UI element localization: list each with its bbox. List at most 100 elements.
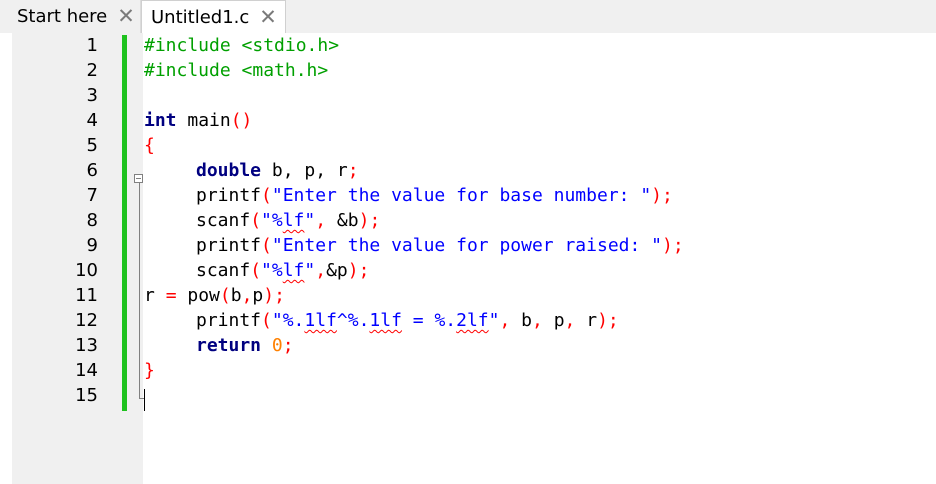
identifier: scanf [196,260,251,281]
operator: , [499,310,511,331]
code-line[interactable]: double b, p, r; [196,158,359,183]
identifier: printf [196,235,262,256]
identifier: r [144,285,166,306]
operator: = [165,285,177,306]
identifier: printf [196,185,262,206]
string-literal: " [304,260,316,281]
identifier: pow [176,285,220,306]
preprocessor-directive: #include <stdio.h> [144,35,340,56]
operator: ( [219,285,231,306]
code-line[interactable]: scanf("%lf",&p); [196,258,369,283]
brace: { [144,135,155,156]
line-number: 8 [86,210,98,231]
line-number: 7 [86,185,98,206]
string-literal: = %. [401,310,457,331]
operator: ( [250,260,262,281]
identifier: p [542,310,565,331]
code-line[interactable]: { [144,133,155,158]
fold-minus-icon[interactable] [134,174,143,183]
code-line[interactable]: #include <stdio.h> [144,33,339,58]
string-literal: "%. [271,310,305,331]
code-line[interactable]: printf("Enter the value for power raised… [196,233,684,258]
line-number: 2 [86,60,98,81]
operator: () [230,110,253,131]
operator: , [315,260,327,281]
code-line[interactable]: return 0; [196,333,294,358]
identifier: p [252,285,264,306]
operator: ); [263,285,285,306]
format-specifier: lf [282,210,305,231]
operator: , [564,310,576,331]
brace: } [144,360,155,381]
operator: ( [261,235,272,256]
identifier: main [176,110,231,131]
tab-label: Untitled1.c [151,7,250,28]
operator: , [241,285,253,306]
operator: ); [597,310,619,331]
tab-label: Start here [17,6,108,27]
code-line[interactable]: int main() [144,108,252,133]
line-number: 5 [86,135,98,156]
tab-untitled1-c[interactable]: Untitled1.c ✕ [141,0,286,34]
identifier: r [575,310,598,331]
close-icon[interactable]: ✕ [117,6,135,27]
text-cursor [144,389,145,411]
line-number: 15 [75,385,98,406]
format-specifier: 2lf [456,310,489,331]
change-marker-bar [122,35,127,411]
line-number: 1 [86,35,98,56]
tab-bar: Start here ✕ Untitled1.c ✕ [0,0,936,34]
operator: ); [651,185,673,206]
line-number: 14 [75,360,98,381]
keyword: int [144,110,177,131]
line-number: 6 [86,160,98,181]
identifier: b [510,310,533,331]
line-number: 4 [86,110,98,131]
string-literal: "Enter the value for base number: " [271,185,652,206]
code-line[interactable]: r = pow(b,p); [144,283,285,308]
identifier: &p [326,260,348,281]
line-number: 9 [86,235,98,256]
code-line[interactable]: printf("Enter the value for base number:… [196,183,673,208]
operator: ); [662,235,684,256]
identifier: &b [326,210,359,231]
identifier: printf [196,310,262,331]
line-number: 12 [75,310,98,331]
code-line[interactable]: } [144,358,155,383]
line-number: 11 [75,285,98,306]
fold-line [139,183,140,398]
format-specifier: 1lf [369,310,402,331]
line-number: 10 [75,260,98,281]
close-icon[interactable]: ✕ [259,7,277,28]
keyword: double [196,160,262,181]
identifier: scanf [196,210,251,231]
operator: ); [358,210,381,231]
string-literal: ^%. [336,310,370,331]
string-literal: " [488,310,500,331]
string-literal: "Enter the value for power raised: " [271,235,663,256]
identifier: b, p, r [261,160,348,181]
string-literal: "% [261,210,283,231]
code-line[interactable]: #include <math.h> [144,58,328,83]
operator: ( [261,185,272,206]
operator: ); [347,260,370,281]
operator: , [532,310,543,331]
number-literal: 0 [261,335,283,356]
tab-start-here[interactable]: Start here ✕ [0,0,141,33]
preprocessor-directive: #include <math.h> [144,60,329,81]
operator: ( [261,310,272,331]
line-number: 13 [75,335,98,356]
line-number: 3 [86,85,98,106]
operator: ; [347,160,359,181]
code-line[interactable]: printf("%.1lf^%.1lf = %.2lf", b, p, r); [196,308,619,333]
format-specifier: 1lf [304,310,337,331]
operator: ; [282,335,294,356]
string-literal: "% [261,260,283,281]
code-editor[interactable]: 1 2 3 4 5 6 7 8 9 10 11 12 13 14 15 #inc… [0,33,936,484]
string-literal: " [304,210,316,231]
code-line[interactable]: scanf("%lf", &b); [196,208,380,233]
keyword: return [196,335,262,356]
operator: , [315,210,327,231]
format-specifier: lf [282,260,305,281]
identifier: b [230,285,242,306]
